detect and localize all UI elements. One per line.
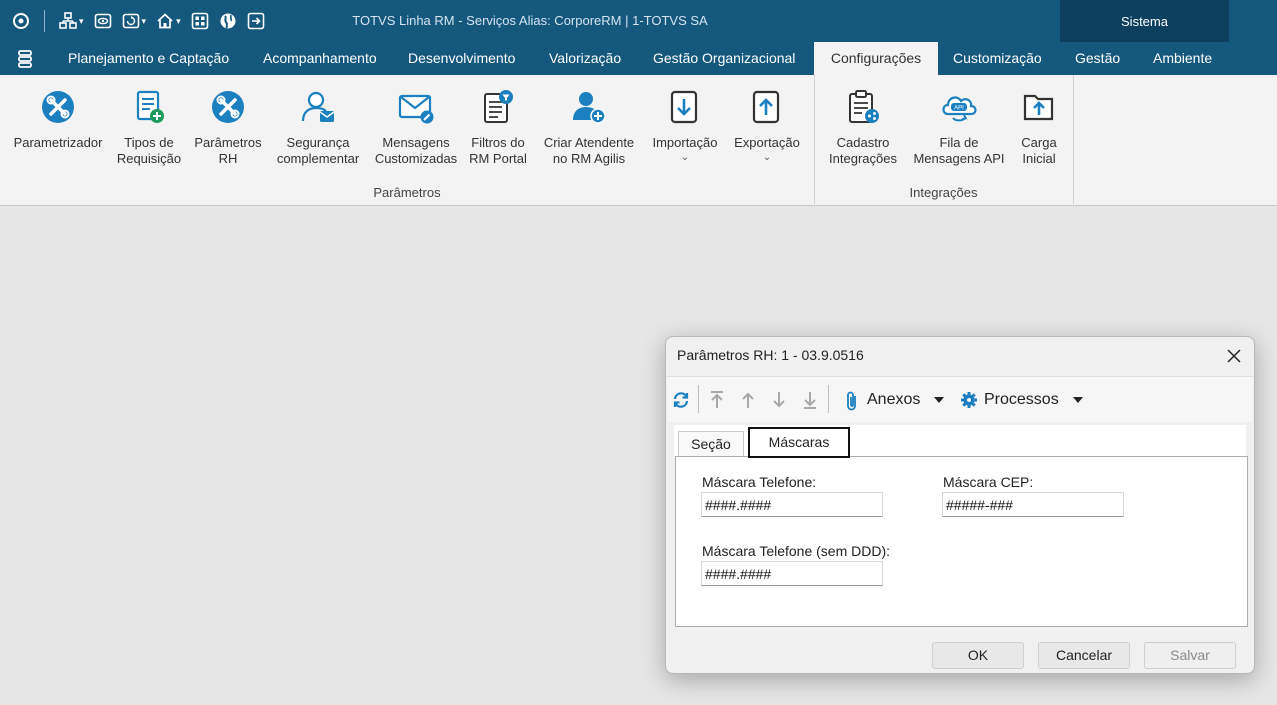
tab-ambiente[interactable]: Ambiente [1153, 42, 1212, 75]
menu-bar: Planejamento e Captação Acompanhamento D… [0, 42, 1277, 75]
ribbon-label: Fila de [939, 135, 979, 150]
parametrizador-button[interactable]: Parametrizador [8, 87, 108, 151]
ribbon-label: RM Portal [469, 151, 527, 166]
ribbon-label: Mensagens [382, 135, 450, 150]
ribbon-label: Exportação [734, 135, 800, 150]
salvar-button[interactable]: Salvar [1144, 642, 1236, 669]
ribbon-label: Cadastro [836, 135, 890, 150]
tab-valorizacao[interactable]: Valorização [549, 42, 621, 75]
anexos-button[interactable]: Anexos [867, 391, 920, 409]
ribbon-label: Tipos de [124, 135, 174, 150]
refresh-icon[interactable] [671, 390, 691, 413]
ok-button[interactable]: OK [932, 642, 1024, 669]
move-first-icon[interactable] [708, 390, 726, 413]
toolbar-separator [828, 385, 829, 413]
parametros-rh-button[interactable]: Parâmetros RH [189, 87, 267, 167]
group-label-integracoes: Integrações [909, 185, 978, 200]
ribbon-label: Customizadas [374, 151, 458, 166]
svg-text:API: API [954, 106, 964, 112]
dialog-tabstrip: Seção Máscaras [674, 425, 1246, 458]
cancelar-button[interactable]: Cancelar [1038, 642, 1130, 669]
ribbon-label: Filtros do [471, 135, 525, 150]
database-menu-icon[interactable] [17, 50, 33, 71]
group-label-parametros: Parâmetros [373, 185, 441, 200]
tab-planejamento-captacao[interactable]: Planejamento e Captação [68, 42, 229, 75]
tab-desenvolvimento[interactable]: Desenvolvimento [408, 42, 515, 75]
envelope-edit-icon [396, 87, 436, 127]
group-divider [1073, 75, 1074, 204]
ribbon-label: Integrações [829, 151, 897, 166]
tab-mascaras[interactable]: Máscaras [748, 427, 850, 458]
move-last-icon[interactable] [801, 390, 819, 413]
ribbon-label: Parametrizador [13, 135, 103, 150]
caret-down-icon[interactable] [1073, 397, 1083, 403]
folder-upload-icon [1019, 87, 1059, 127]
cadastro-integracoes-button[interactable]: Cadastro Integrações [823, 87, 903, 167]
caret-down-icon[interactable] [934, 397, 944, 403]
mascara-telefone-sem-ddd-input[interactable] [701, 561, 883, 586]
user-mail-icon [298, 87, 338, 127]
move-up-icon[interactable] [739, 390, 757, 413]
ribbon-label: Criar Atendente [543, 135, 635, 150]
mascara-telefone-input[interactable] [701, 492, 883, 517]
tools-icon [208, 87, 248, 127]
ribbon-label: Parâmetros [194, 135, 262, 150]
ribbon-label: Segurança [286, 135, 350, 150]
chevron-down-icon: ⌄ [680, 152, 690, 163]
move-down-icon[interactable] [770, 390, 788, 413]
ribbon-label: Carga [1021, 135, 1057, 150]
mascaras-panel: Máscara Telefone: Máscara CEP: Máscara T… [675, 456, 1248, 627]
processos-button[interactable]: Processos [984, 391, 1059, 409]
ribbon: Parametrizador Tipos de Requisição Parâm… [0, 75, 1277, 206]
mascara-telefone-sem-ddd-label: Máscara Telefone (sem DDD): [702, 543, 891, 559]
tools-icon [38, 87, 78, 127]
ribbon-label: Mensagens API [913, 151, 1005, 166]
user-add-icon [569, 87, 609, 127]
mascara-telefone-label: Máscara Telefone: [702, 474, 817, 490]
fila-mensagens-api-button[interactable]: API Fila de Mensagens API [908, 87, 1010, 167]
filtros-rm-portal-button[interactable]: Filtros do RM Portal [464, 87, 532, 167]
importacao-dropdown[interactable]: Importação ⌄ [646, 87, 724, 163]
cloud-api-icon: API [939, 87, 979, 127]
exportacao-dropdown[interactable]: Exportação ⌄ [728, 87, 806, 163]
ribbon-label: Inicial [1022, 151, 1056, 166]
document-filter-icon [478, 87, 518, 127]
dialog-title: Parâmetros RH: 1 - 03.9.0516 [677, 347, 864, 363]
ribbon-label: Importação [652, 135, 718, 150]
ribbon-label: RH [218, 151, 238, 166]
title-bar: ▾ ▾ ▾ TOTVS Linha RM - Serviços Alias: C… [0, 0, 1277, 42]
paperclip-icon[interactable] [845, 390, 859, 415]
criar-atendente-button[interactable]: Criar Atendente no RM Agilis [536, 87, 642, 167]
chevron-down-icon: ⌄ [762, 152, 772, 163]
tab-gestao-organizacional[interactable]: Gestão Organizacional [653, 42, 795, 75]
mensagens-customizadas-button[interactable]: Mensagens Customizadas [370, 87, 462, 167]
dialog-toolbar: Anexos Processos [667, 376, 1253, 422]
parametros-rh-dialog: Parâmetros RH: 1 - 03.9.0516 Anexos Proc… [665, 336, 1255, 674]
tab-acompanhamento[interactable]: Acompanhamento [263, 42, 377, 75]
import-icon [665, 87, 705, 127]
tab-secao[interactable]: Seção [678, 431, 744, 457]
mascara-cep-label: Máscara CEP: [943, 474, 1034, 490]
tab-gestao[interactable]: Gestão [1075, 42, 1120, 75]
close-icon[interactable] [1226, 348, 1242, 364]
seguranca-complementar-button[interactable]: Segurança complementar [271, 87, 365, 167]
export-icon [747, 87, 787, 127]
tipos-requisicao-button[interactable]: Tipos de Requisição [112, 87, 186, 167]
toolbar-separator [698, 385, 699, 413]
sistema-tab[interactable]: Sistema [1060, 0, 1229, 42]
carga-inicial-button[interactable]: Carga Inicial [1014, 87, 1064, 167]
tab-configuracoes[interactable]: Configurações [814, 42, 938, 75]
gear-icon [960, 391, 978, 412]
document-add-icon [129, 87, 169, 127]
ribbon-label: no RM Agilis [552, 151, 626, 166]
tab-customizacao[interactable]: Customização [953, 42, 1042, 75]
window-title: TOTVS Linha RM - Serviços Alias: Corpore… [352, 13, 708, 28]
ribbon-label: Requisição [116, 151, 182, 166]
clipboard-share-icon [843, 87, 883, 127]
ribbon-label: complementar [276, 151, 360, 166]
mascara-cep-input[interactable] [942, 492, 1124, 517]
